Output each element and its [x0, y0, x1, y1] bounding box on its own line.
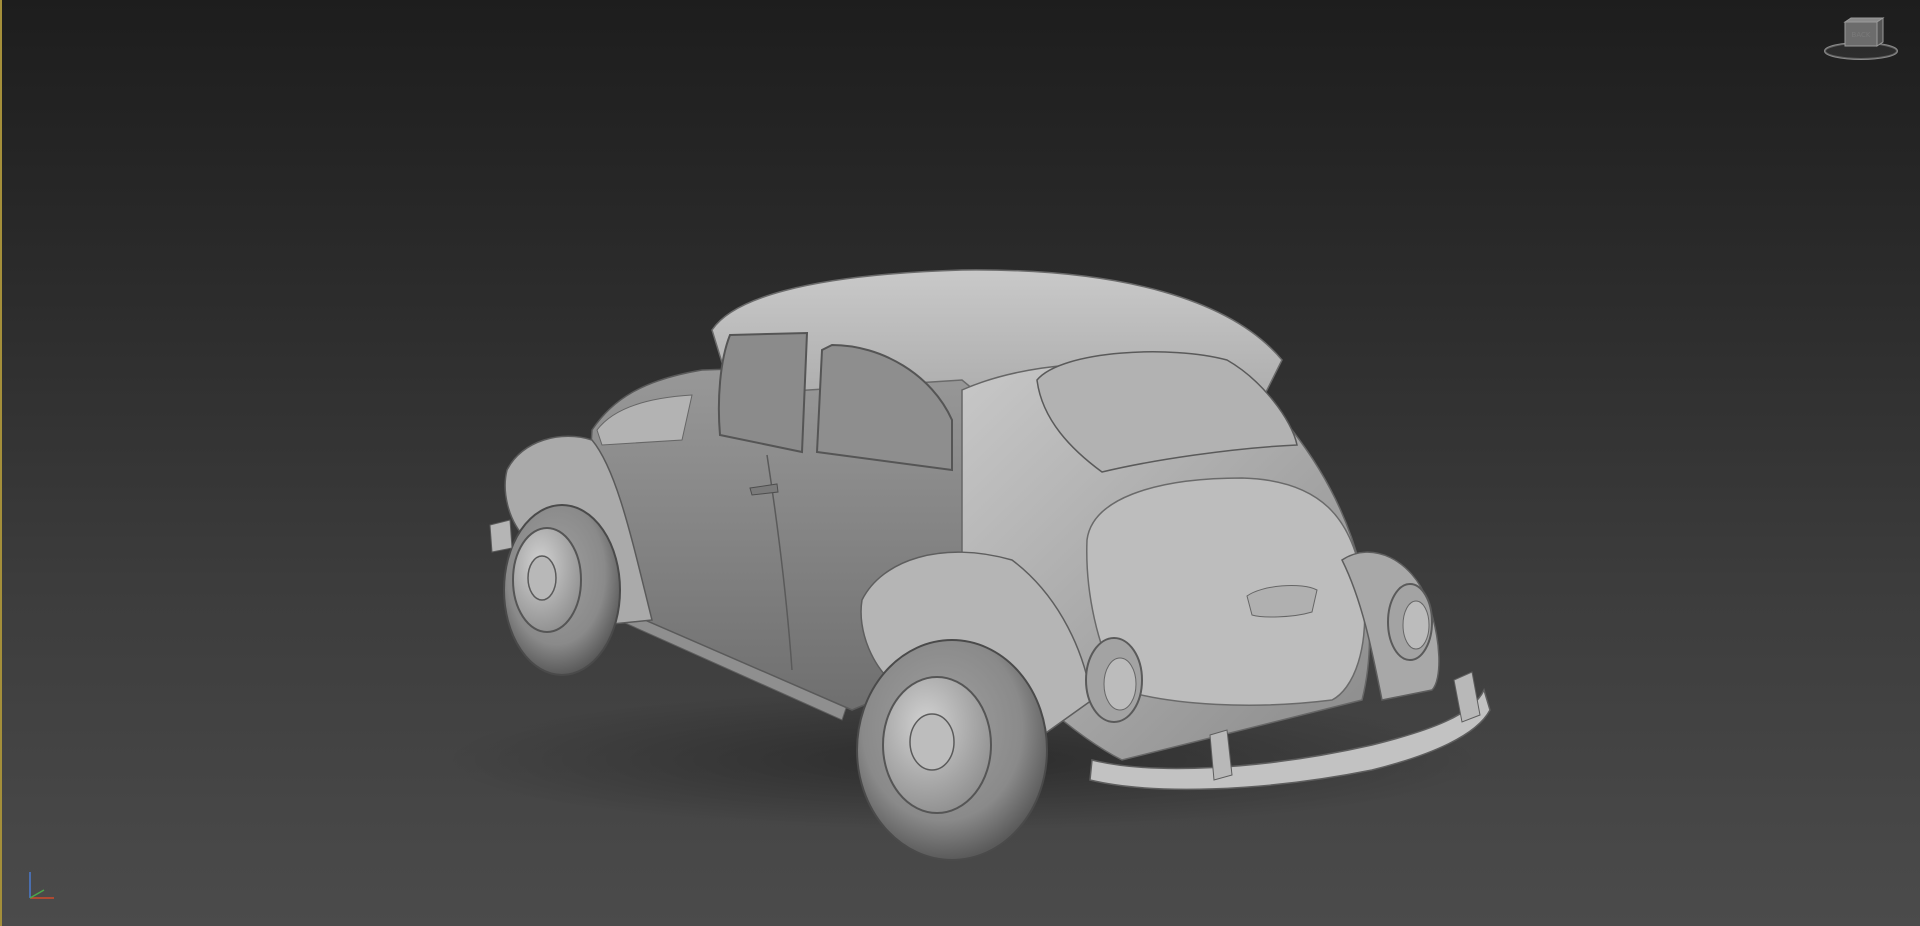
car-model[interactable] [442, 269, 1491, 861]
tail-light-right-lens [1402, 600, 1430, 650]
front-bumper [489, 519, 513, 553]
license-light [1246, 585, 1318, 618]
front-wheel [503, 504, 621, 676]
viewcube-face-label[interactable]: BACK [1846, 31, 1876, 39]
perspective-viewport[interactable]: BACK [0, 0, 1920, 926]
axis-tripod-icon [22, 866, 62, 906]
front-hood [596, 394, 693, 446]
tail-light-left-lens [1103, 657, 1137, 711]
viewcube-icon[interactable]: BACK [1822, 14, 1900, 62]
axis-tripod-graphic [29, 872, 54, 899]
scene-canvas[interactable] [2, 0, 1920, 926]
front-side-window [717, 331, 809, 454]
rear-wheel [856, 639, 1048, 861]
